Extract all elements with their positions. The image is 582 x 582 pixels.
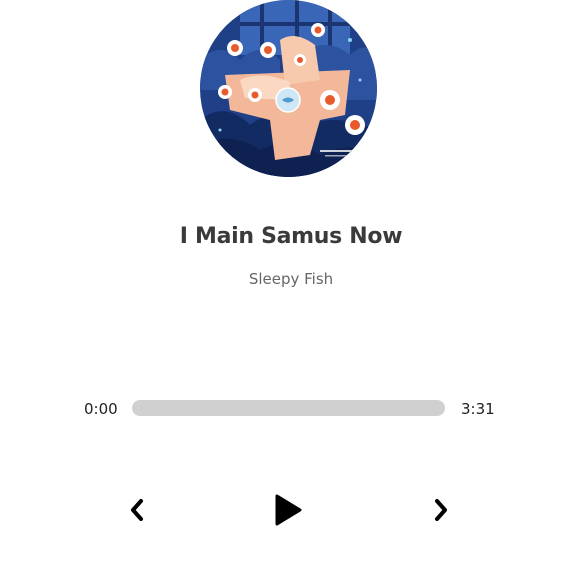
play-button[interactable]: [270, 490, 306, 530]
album-art-illustration: [200, 0, 377, 177]
chevron-left-icon: [131, 499, 143, 521]
next-button[interactable]: [428, 496, 454, 524]
progress-bar[interactable]: [132, 400, 445, 416]
total-time: 3:31: [461, 400, 495, 418]
track-title: I Main Samus Now: [179, 224, 403, 249]
chevron-right-icon: [435, 499, 447, 521]
previous-button[interactable]: [124, 496, 150, 524]
artist-name: Sleepy Fish: [248, 270, 334, 288]
album-cover[interactable]: [200, 0, 377, 177]
play-icon: [275, 494, 302, 526]
current-time: 0:00: [84, 400, 118, 418]
